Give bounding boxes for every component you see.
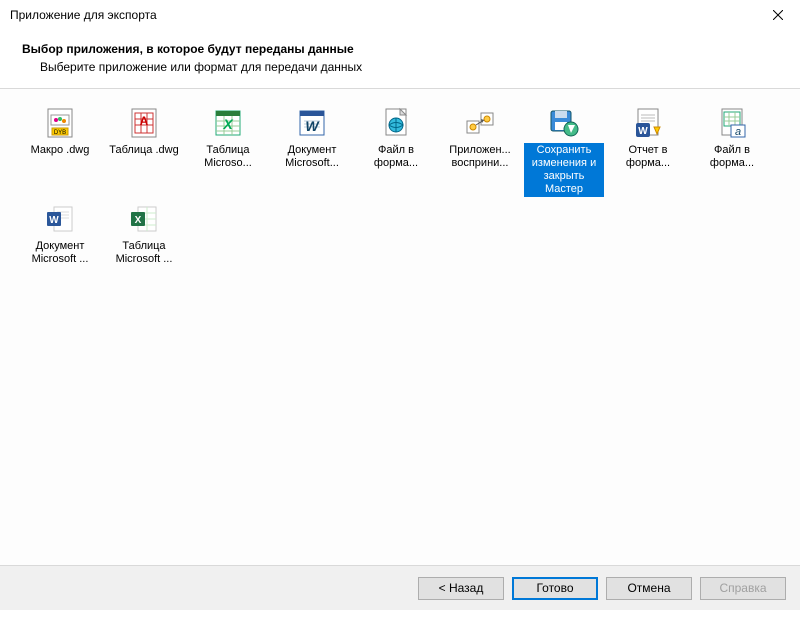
app-item-report-fmt[interactable]: W Отчет в форма... — [606, 103, 690, 199]
svg-text:DYB: DYB — [54, 130, 66, 136]
excel-2013-icon: X — [126, 201, 162, 237]
app-item-doc-ms2[interactable]: W Документ Microsoft ... — [18, 199, 102, 269]
file-globe-icon — [378, 105, 414, 141]
svg-text:X: X — [222, 116, 234, 132]
header-subtitle: Выберите приложение или формат для перед… — [40, 60, 790, 74]
svg-text:A: A — [140, 114, 149, 128]
word-2013-icon: W — [42, 201, 78, 237]
app-item-label: Файл в форма... — [692, 143, 772, 171]
app-grid: DYB Макро .dwg A Таблица .dwg X Таблица … — [18, 103, 782, 269]
app-item-label: Таблица Microso... — [188, 143, 268, 171]
excel-a-icon: a — [714, 105, 750, 141]
ole-icon — [462, 105, 498, 141]
content-area: DYB Макро .dwg A Таблица .dwg X Таблица … — [0, 88, 800, 566]
wizard-footer: < Назад Готово Отмена Справка — [0, 566, 800, 610]
svg-text:W: W — [49, 215, 59, 226]
word-xp-icon: W — [294, 105, 330, 141]
wizard-header: Выбор приложения, в которое будут переда… — [0, 30, 800, 88]
svg-text:a: a — [735, 126, 741, 138]
app-item-label: Приложен... восприни... — [440, 143, 520, 171]
back-button[interactable]: < Назад — [418, 577, 504, 600]
app-item-file-fmt2[interactable]: a Файл в форма... — [690, 103, 774, 199]
dwg-table-icon: A — [126, 105, 162, 141]
app-item-label: Макро .dwg — [29, 143, 92, 158]
app-item-file-fmt1[interactable]: Файл в форма... — [354, 103, 438, 199]
app-item-label: Файл в форма... — [356, 143, 436, 171]
app-item-macro-dwg[interactable]: DYB Макро .dwg — [18, 103, 102, 199]
app-item-label: Документ Microsoft... — [272, 143, 352, 171]
help-button[interactable]: Справка — [700, 577, 786, 600]
header-title: Выбор приложения, в которое будут переда… — [22, 42, 790, 56]
app-item-doc-ms[interactable]: W Документ Microsoft... — [270, 103, 354, 199]
word-rep-icon: W — [630, 105, 666, 141]
dwg-macro-icon: DYB — [42, 105, 78, 141]
app-item-table-ms[interactable]: X Таблица Microso... — [186, 103, 270, 199]
app-item-label: Таблица Microsoft ... — [104, 239, 184, 267]
app-item-table-dwg[interactable]: A Таблица .dwg — [102, 103, 186, 199]
cancel-button[interactable]: Отмена — [606, 577, 692, 600]
window-title: Приложение для экспорта — [10, 8, 157, 22]
save-wiz-icon — [546, 105, 582, 141]
app-item-label: Документ Microsoft ... — [20, 239, 100, 267]
app-item-save-close[interactable]: Сохранить изменения и закрыть Мастер — [522, 103, 606, 199]
close-icon — [773, 10, 783, 20]
app-item-table-ms2[interactable]: X Таблица Microsoft ... — [102, 199, 186, 269]
svg-text:W: W — [638, 126, 648, 137]
svg-text:W: W — [305, 118, 320, 134]
app-item-label: Отчет в форма... — [608, 143, 688, 171]
app-item-app-perceive[interactable]: Приложен... восприни... — [438, 103, 522, 199]
titlebar: Приложение для экспорта — [0, 0, 800, 30]
app-item-label: Сохранить изменения и закрыть Мастер — [524, 143, 604, 197]
finish-button[interactable]: Готово — [512, 577, 598, 600]
excel-xp-icon: X — [210, 105, 246, 141]
svg-text:X: X — [135, 215, 142, 226]
app-item-label: Таблица .dwg — [107, 143, 180, 158]
close-button[interactable] — [755, 0, 800, 30]
